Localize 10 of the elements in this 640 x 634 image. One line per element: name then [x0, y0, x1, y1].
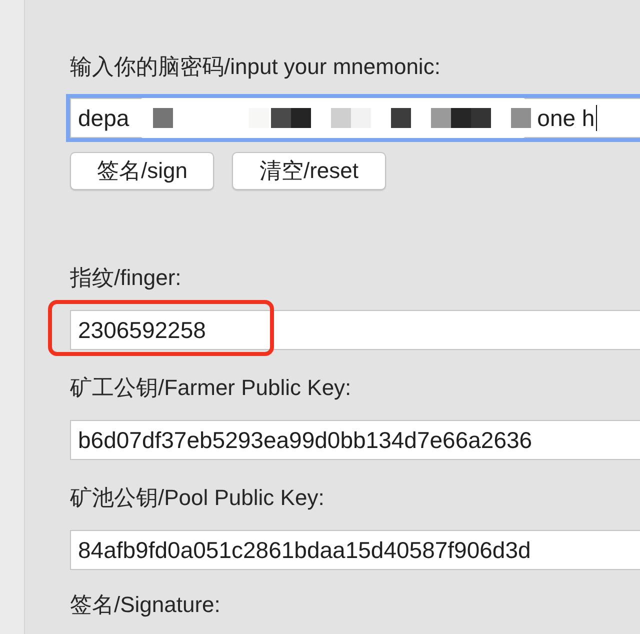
reset-button[interactable]: 清空/reset: [232, 152, 386, 190]
field-label: 签名/Signature:: [70, 591, 222, 619]
field-label: 矿池公钥/Pool Public Key:: [70, 484, 326, 512]
text-field[interactable]: b6d07df37eb5293ea99d0bb134d7e66a2636: [70, 420, 640, 460]
field-label: 输入你的脑密码/input your mnemonic:: [70, 53, 442, 81]
field-label: 指纹/finger:: [70, 264, 182, 292]
field-label: 矿工公钥/Farmer Public Key:: [70, 374, 352, 402]
text-field[interactable]: 84afb9fd0a051c2861bdaa15d40587f906d3d: [70, 530, 640, 570]
sign-button[interactable]: 签名/sign: [70, 152, 214, 190]
text-field[interactable]: 2306592258: [70, 310, 640, 350]
